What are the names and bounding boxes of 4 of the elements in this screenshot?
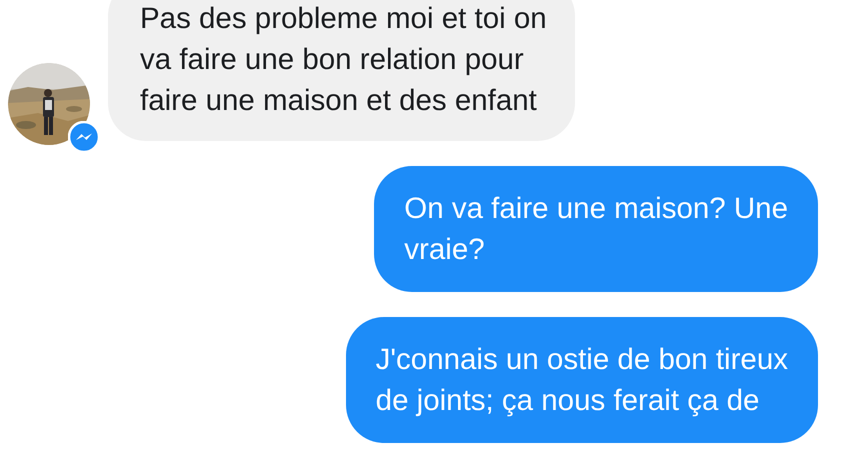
message-bubble: Pas des probleme moi et toi on va faire une bon relation pour faire une maison et des enfant	[108, 0, 575, 141]
messenger-icon	[68, 121, 100, 153]
message-bubble: J'connais un ostie de bon tireux de joints; ça nous ferait ça de	[346, 317, 818, 443]
message-bubble: On va faire une maison? Une vraie?	[374, 166, 818, 292]
